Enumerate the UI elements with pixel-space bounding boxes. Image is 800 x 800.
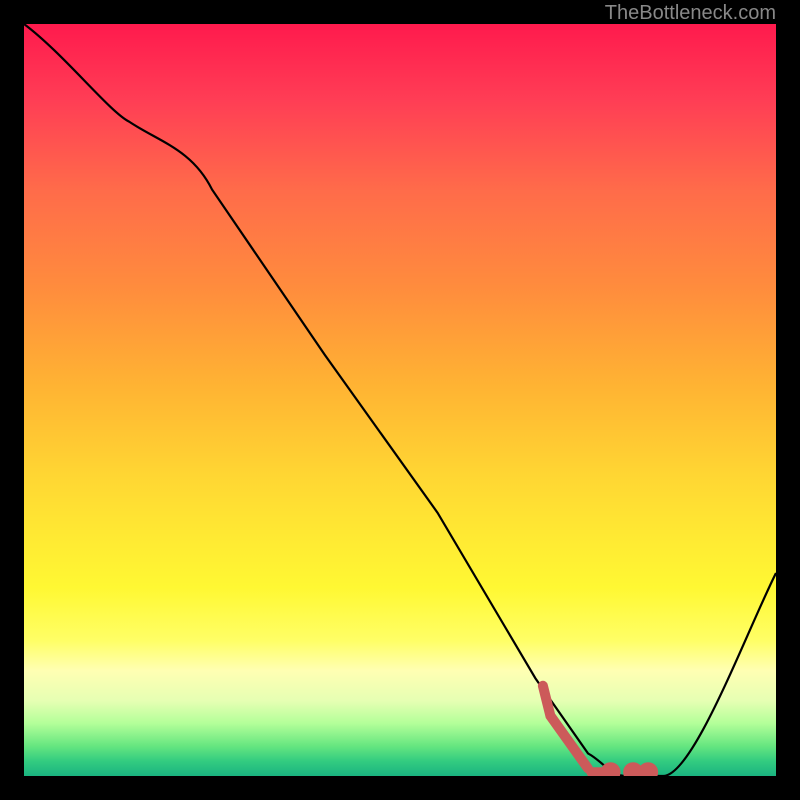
chart-container: TheBottleneck.com (0, 0, 800, 800)
optimal-dot (643, 767, 653, 776)
optimal-dotted-segment (543, 686, 653, 776)
watermark-text: TheBottleneck.com (605, 2, 776, 25)
optimal-dot (628, 767, 638, 776)
bottleneck-curve-line (24, 24, 776, 776)
optimal-dotted-line (543, 686, 588, 769)
chart-overlay (24, 24, 776, 776)
